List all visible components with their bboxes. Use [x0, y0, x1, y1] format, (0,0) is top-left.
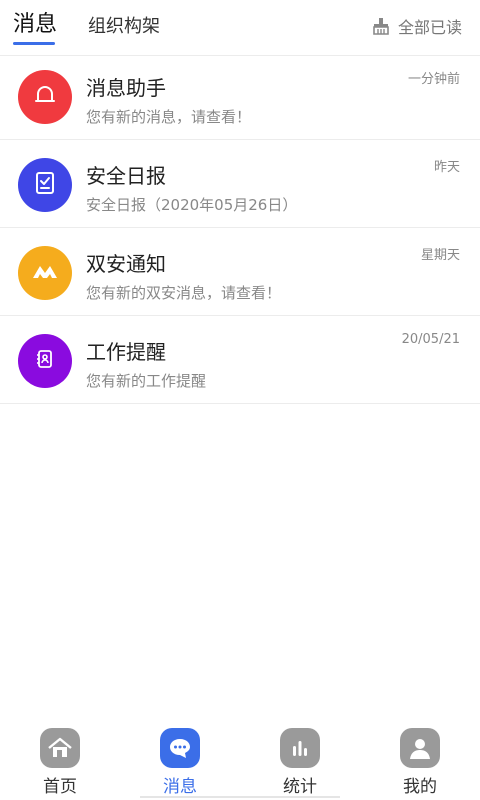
- tab-messages[interactable]: 消息: [13, 6, 57, 38]
- chat-bubble-icon: [160, 728, 200, 768]
- message-preview: 您有新的消息，请查看！: [86, 108, 252, 126]
- nav-label: 消息: [163, 777, 197, 797]
- tab-organization[interactable]: 组织构架: [88, 12, 160, 38]
- nav-label: 首页: [43, 777, 77, 797]
- nav-item-statistics[interactable]: 统计: [240, 722, 360, 797]
- message-avatar: [18, 246, 72, 300]
- message-item-daily-report[interactable]: 安全日报 安全日报（2020年05月26日） 昨天: [0, 140, 480, 228]
- message-avatar: [18, 70, 72, 124]
- message-title: 工作提醒: [86, 340, 166, 364]
- message-title: 消息助手: [86, 76, 166, 100]
- message-title: 双安通知: [86, 252, 166, 276]
- message-item-dual-safety[interactable]: 双安通知 您有新的双安消息，请查看！ 星期天: [0, 228, 480, 316]
- message-preview: 您有新的双安消息，请查看！: [86, 284, 282, 302]
- message-time: 20/05/21: [401, 332, 460, 347]
- broom-icon: [372, 17, 390, 35]
- top-tab-bar: 消息 组织构架 全部已读: [0, 0, 480, 56]
- mark-all-read-label: 全部已读: [397, 18, 462, 37]
- nav-item-messages[interactable]: 消息: [120, 722, 240, 797]
- message-title: 安全日报: [86, 164, 166, 188]
- home-indicator: [140, 796, 340, 798]
- report-check-icon: [32, 170, 58, 200]
- nav-label: 我的: [403, 777, 437, 797]
- nav-label: 统计: [283, 777, 317, 797]
- nav-item-home[interactable]: 首页: [0, 722, 120, 797]
- nav-item-profile[interactable]: 我的: [360, 722, 480, 797]
- message-item-work-reminder[interactable]: 工作提醒 您有新的工作提醒 20/05/21: [0, 316, 480, 404]
- active-tab-indicator: [13, 42, 55, 45]
- message-time: 昨天: [433, 160, 460, 175]
- mark-all-read-button[interactable]: 全部已读: [372, 14, 462, 38]
- message-time: 一分钟前: [407, 72, 460, 87]
- app-root: 消息 组织构架 全部已读 消息助手 您有新的消息，请查看！ 一分钟前 安全日报 …: [0, 0, 480, 800]
- message-avatar: [18, 158, 72, 212]
- bell-icon: [32, 82, 58, 112]
- bottom-nav-bar: 首页 消息 统计 我的: [0, 722, 480, 800]
- home-icon: [40, 728, 80, 768]
- message-time: 星期天: [420, 248, 460, 263]
- message-list: 消息助手 您有新的消息，请查看！ 一分钟前 安全日报 安全日报（2020年05月…: [0, 52, 480, 404]
- mountain-logo-icon: [31, 261, 59, 285]
- message-preview: 安全日报（2020年05月26日）: [86, 196, 298, 214]
- message-preview: 您有新的工作提醒: [86, 372, 207, 390]
- message-avatar: [18, 334, 72, 388]
- message-item-assistant[interactable]: 消息助手 您有新的消息，请查看！ 一分钟前: [0, 52, 480, 140]
- user-icon: [400, 728, 440, 768]
- bar-chart-icon: [280, 728, 320, 768]
- contact-book-icon: [33, 347, 57, 375]
